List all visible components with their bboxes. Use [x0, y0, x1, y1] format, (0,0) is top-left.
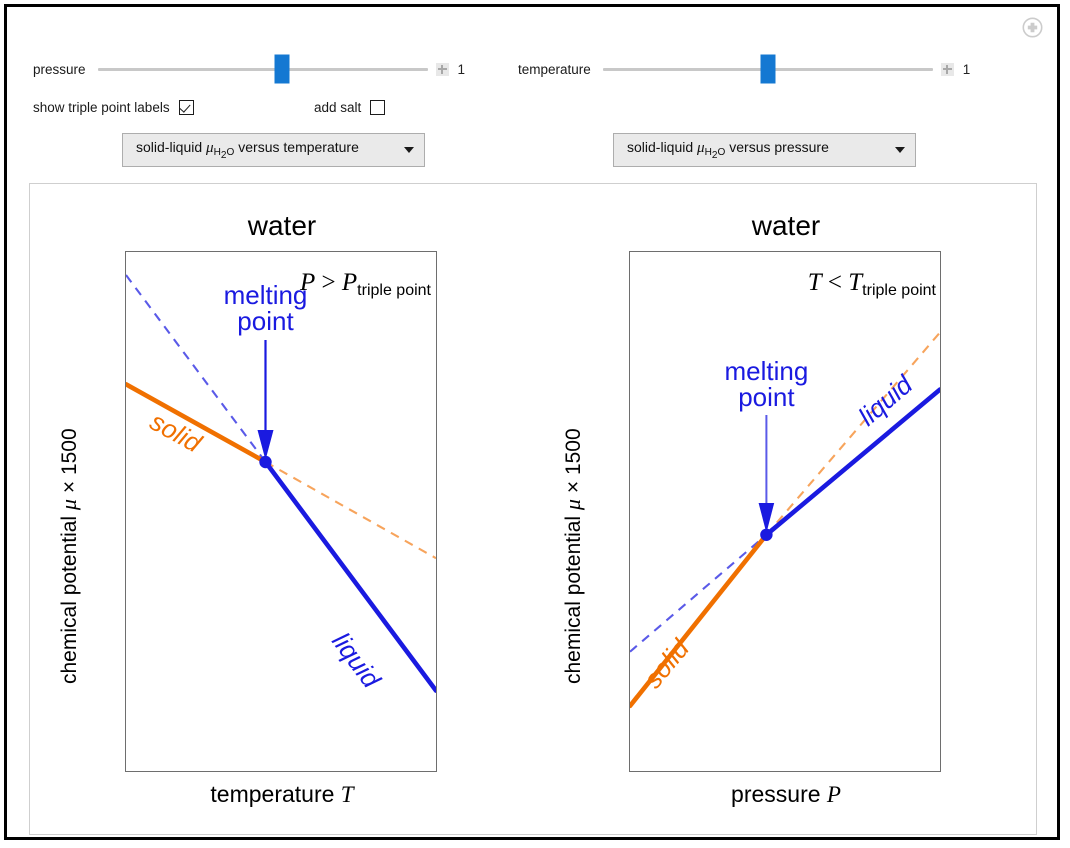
pressure-slider-track[interactable] — [98, 68, 428, 71]
left-chart-plot-area: solid liquid melting point P > Ptriple p… — [125, 251, 437, 772]
plus-stepper-icon[interactable] — [941, 63, 954, 76]
left-solid-extension-line — [266, 462, 437, 558]
plus-stepper-icon[interactable] — [436, 63, 449, 76]
add-salt-label: add salt — [314, 100, 361, 115]
right-liquid-extension-line — [630, 535, 766, 652]
right-melting-point-marker — [760, 529, 772, 541]
plus-circle-icon[interactable] — [1022, 17, 1043, 38]
right-melting-point-label-line2: point — [738, 382, 795, 412]
right-chart-annotation: T < Ttriple point — [808, 269, 937, 299]
chart-mu-vs-temperature: water chemical potential μ × 1500 — [30, 184, 534, 834]
right-chart-x-axis-label: pressure P — [534, 781, 1038, 808]
chevron-down-icon[interactable] — [895, 147, 905, 153]
right-chart-plot-area: solid liquid melting point T < Ttriple p… — [629, 251, 941, 772]
left-melting-point-label-line2: point — [237, 306, 294, 336]
left-chart-curves: solid liquid melting point P > Ptriple p… — [126, 252, 436, 771]
pressure-slider-value: 1 — [458, 62, 466, 77]
pressure-slider-label: pressure — [33, 62, 86, 77]
temperature-slider-thumb[interactable] — [760, 55, 775, 84]
pressure-slider[interactable] — [98, 56, 428, 82]
left-chart-title: water — [30, 210, 534, 242]
chevron-down-icon[interactable] — [404, 147, 414, 153]
pressure-slider-row: pressure 1 — [33, 56, 465, 82]
temperature-slider-row: temperature 1 — [518, 56, 970, 82]
show-triple-point-labels-row[interactable]: show triple point labels — [33, 100, 194, 115]
right-chart-curves: solid liquid melting point T < Ttriple p… — [630, 252, 940, 771]
show-triple-point-labels-checkbox[interactable] — [179, 100, 194, 115]
pressure-slider-thumb[interactable] — [275, 55, 290, 84]
left-liquid-series-label: liquid — [326, 627, 387, 695]
add-salt-row[interactable]: add salt — [314, 100, 385, 115]
left-chart-y-axis-label: chemical potential μ × 1500 — [56, 428, 82, 684]
demonstration-frame: pressure 1 temperature 1 show triple poi… — [4, 4, 1060, 840]
temperature-slider[interactable] — [603, 56, 933, 82]
right-plot-type-dropdown-label: solid-liquid μH2O versus pressure — [627, 139, 883, 162]
left-chart-annotation: P > Ptriple point — [299, 269, 432, 299]
temperature-slider-value: 1 — [963, 62, 971, 77]
left-plot-type-dropdown[interactable]: solid-liquid μH2O versus temperature — [122, 133, 425, 167]
right-plot-type-dropdown[interactable]: solid-liquid μH2O versus pressure — [613, 133, 916, 167]
left-melting-point-marker — [259, 456, 271, 468]
left-chart-x-axis-label: temperature T — [30, 781, 534, 808]
temperature-slider-track[interactable] — [603, 68, 933, 71]
show-triple-point-labels-label: show triple point labels — [33, 100, 170, 115]
temperature-slider-label: temperature — [518, 62, 591, 77]
add-salt-checkbox[interactable] — [370, 100, 385, 115]
right-chart-y-axis-label: chemical potential μ × 1500 — [560, 428, 586, 684]
left-plot-type-dropdown-label: solid-liquid μH2O versus temperature — [136, 139, 392, 162]
right-chart-title: water — [534, 210, 1038, 242]
chart-mu-vs-pressure: water chemical potential μ × 1500 — [534, 184, 1038, 834]
graphics-panel: water chemical potential μ × 1500 — [29, 183, 1037, 835]
